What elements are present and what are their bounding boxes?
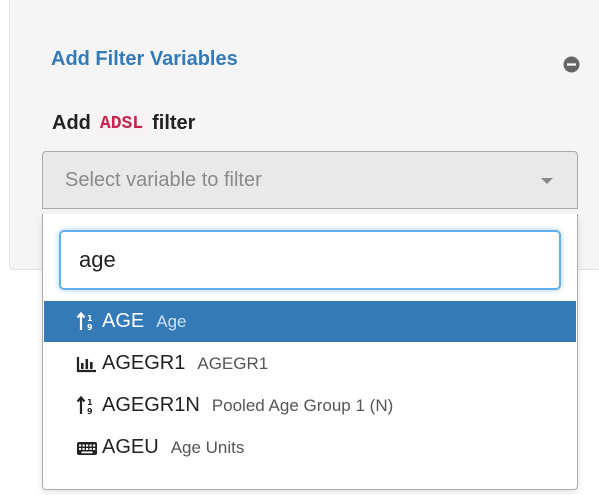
- option-name: AGEGR1: [102, 352, 186, 374]
- sort-numeric-icon: 1 9: [76, 311, 93, 332]
- option-name: AGEGR1N: [102, 394, 200, 416]
- bar-chart-icon: [76, 356, 96, 372]
- svg-text:1: 1: [87, 398, 93, 407]
- panel-title: Add Filter Variables: [51, 48, 238, 70]
- collapse-icon[interactable]: [563, 56, 580, 73]
- dataset-code: ADSL: [94, 113, 149, 135]
- variable-select[interactable]: Select variable to filter: [42, 151, 578, 209]
- dropdown-menu: 1 9 AGE Age AGEGR1 AGEGR1 1 9 AGEGR1N Po…: [42, 214, 578, 490]
- filter-label-prefix: Add: [52, 112, 91, 134]
- option-name: AGEU: [102, 436, 159, 458]
- add-filter-label: Add ADSL filter: [52, 112, 195, 135]
- search-input[interactable]: [59, 230, 561, 290]
- sort-numeric-icon: 1 9: [76, 395, 93, 416]
- svg-text:9: 9: [87, 323, 93, 332]
- dropdown-arrow-icon[interactable]: [541, 178, 553, 184]
- option-desc: Pooled Age Group 1 (N): [211, 395, 394, 415]
- option-ageu[interactable]: AGEU Age Units: [44, 427, 576, 468]
- option-desc: Age Units: [170, 437, 245, 457]
- filter-label-suffix: filter: [152, 112, 196, 134]
- select-placeholder: Select variable to filter: [65, 169, 262, 191]
- option-name: AGE: [102, 310, 145, 332]
- svg-text:9: 9: [87, 407, 93, 416]
- option-agegr1[interactable]: AGEGR1 AGEGR1: [44, 343, 576, 384]
- option-agegr1n[interactable]: 1 9 AGEGR1N Pooled Age Group 1 (N): [44, 385, 576, 426]
- option-desc: AGEGR1: [197, 353, 269, 373]
- keyboard-icon: [77, 441, 97, 455]
- option-desc: Age: [156, 311, 187, 331]
- svg-text:1: 1: [87, 314, 93, 323]
- option-age[interactable]: 1 9 AGE Age: [44, 301, 576, 342]
